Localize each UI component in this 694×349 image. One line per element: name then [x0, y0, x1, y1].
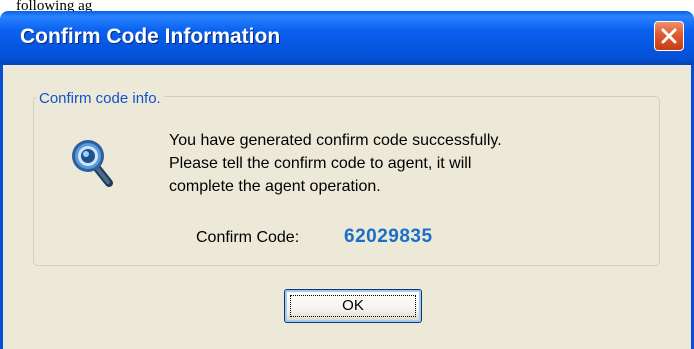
- confirm-code-value: 62029835: [344, 226, 433, 247]
- dialog-window: Confirm Code Information Confirm code in…: [0, 11, 694, 349]
- ok-button[interactable]: OK: [284, 289, 422, 323]
- message-line: complete the agent operation.: [169, 178, 381, 195]
- message-line: Please tell the confirm code to agent, i…: [169, 155, 472, 172]
- ok-button-label: OK: [342, 297, 364, 314]
- confirm-code-label: Confirm Code:: [196, 229, 300, 246]
- title-bar[interactable]: Confirm Code Information: [0, 11, 694, 65]
- message-line: You have generated confirm code successf…: [169, 132, 502, 149]
- window-frame-left: [0, 65, 3, 349]
- message-text: You have generated confirm code successf…: [169, 129, 502, 198]
- close-icon: [661, 28, 677, 44]
- magnifier-icon: [72, 140, 113, 187]
- close-button[interactable]: [654, 21, 684, 51]
- groupbox-label: Confirm code info.: [36, 90, 164, 107]
- dialog-title: Confirm Code Information: [20, 25, 281, 48]
